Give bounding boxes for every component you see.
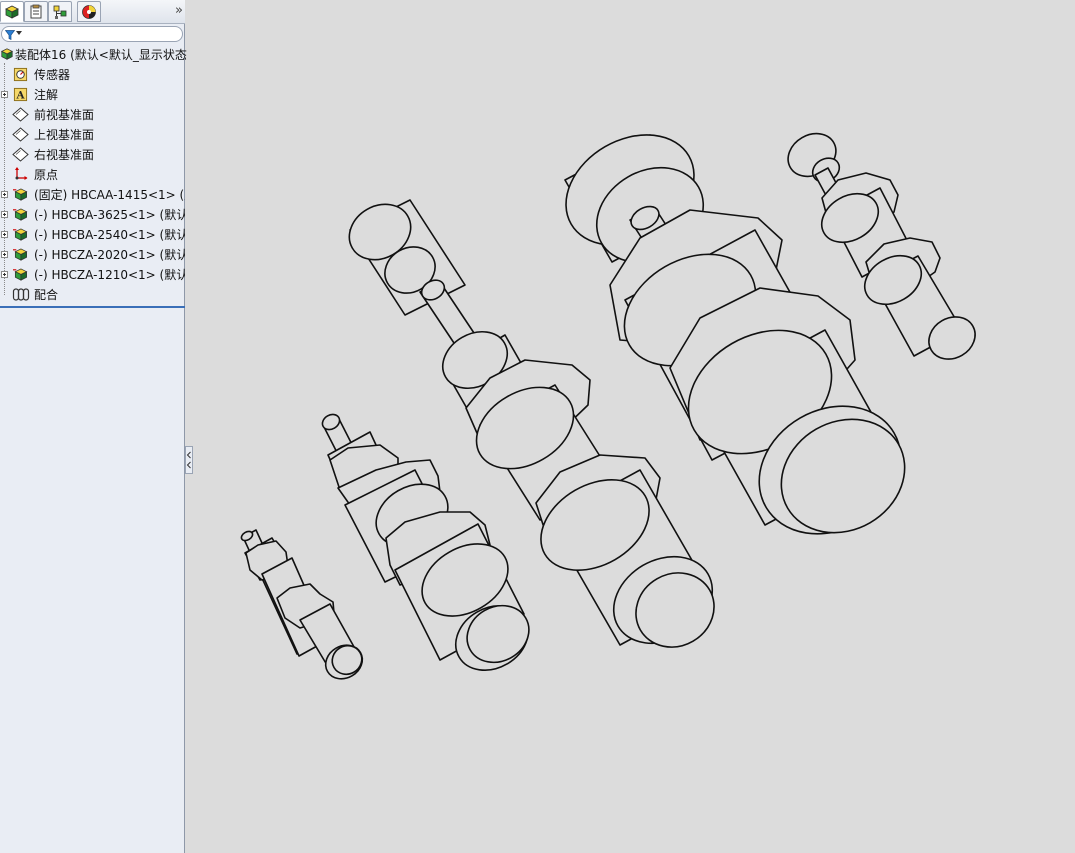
filter-funnel-icon [5, 30, 15, 40]
appearance-icon [82, 5, 96, 19]
tree-item-top-plane[interactable]: 上视基准面 [0, 125, 185, 145]
plane-icon [12, 127, 29, 142]
tree-item-front-plane[interactable]: 前视基准面 [0, 105, 185, 125]
assembly-icon [5, 5, 19, 19]
tree-item-label: 前视基准面 [34, 108, 95, 122]
tree-item-origin[interactable]: 原点 [0, 165, 185, 185]
subassembly-icon [13, 228, 28, 241]
tree-item-label: (-) HBCBA-2540<1> (默认 [34, 228, 185, 242]
filter-input[interactable] [1, 26, 183, 42]
tree-expand-icon[interactable] [1, 211, 8, 218]
tree-expand-icon[interactable] [1, 231, 8, 238]
tree-item-annotations[interactable]: A 注解 [0, 85, 185, 105]
plane-icon [12, 107, 29, 122]
subassembly-icon [13, 188, 28, 201]
configuration-manager-tab[interactable] [48, 1, 72, 22]
tree-item-label: (-) HBCZA-1210<1> (默认- [34, 268, 185, 282]
tree-item-component-hbcaa-1415[interactable]: (固定) HBCAA-1415<1> (默 [0, 185, 185, 205]
tree-expand-icon[interactable] [1, 251, 8, 258]
sensor-icon [13, 67, 28, 82]
assembly-icon [0, 48, 14, 60]
plane-icon [12, 147, 29, 162]
tree-item-component-hbcza-2020[interactable]: (-) HBCZA-2020<1> (默认- [0, 245, 185, 265]
subassembly-icon [13, 248, 28, 261]
property-manager-tab[interactable] [24, 1, 48, 22]
tree-item-component-hbcba-2540[interactable]: (-) HBCBA-2540<1> (默认 [0, 225, 185, 245]
filter-bar [0, 25, 185, 45]
tree-root-label: 装配体16 (默认<默认_显示状态 [15, 48, 187, 62]
tree-item-sensors[interactable]: 传感器 [0, 65, 185, 85]
mates-icon [12, 288, 30, 301]
tree-item-label: (-) HBCZA-2020<1> (默认- [34, 248, 185, 262]
tree-item-label: 右视基准面 [34, 148, 95, 162]
tree-item-mates[interactable]: 配合 [0, 285, 185, 305]
tree-item-label: (固定) HBCAA-1415<1> (默 [34, 188, 185, 202]
tree-item-component-hbcba-3625[interactable]: (-) HBCBA-3625<1> (默认 [0, 205, 185, 225]
tree-item-label: 原点 [34, 168, 59, 182]
model-view [240, 132, 976, 680]
more-tabs-button[interactable]: » [175, 3, 183, 18]
shock-absorber-hbcza-1210 [240, 529, 364, 680]
tree-expand-icon[interactable] [1, 271, 8, 278]
tree-item-component-hbcza-1210[interactable]: (-) HBCZA-1210<1> (默认- [0, 265, 185, 285]
tree-root-assembly[interactable]: 装配体16 (默认<默认_显示状态 [0, 45, 187, 65]
graphics-area[interactable] [186, 0, 1075, 853]
subassembly-icon [13, 208, 28, 221]
feature-manager-tab[interactable] [0, 1, 24, 22]
display-manager-tab[interactable] [77, 1, 101, 22]
tree-item-label: 上视基准面 [34, 128, 95, 142]
configuration-icon [53, 5, 67, 19]
property-sheet-icon [30, 4, 42, 19]
tree-item-label: 配合 [34, 288, 59, 302]
tree-item-label: 传感器 [34, 68, 71, 82]
panel-tab-bar: » [0, 0, 185, 24]
tree-item-label: 注解 [34, 88, 59, 102]
annotation-icon: A [13, 87, 28, 102]
tree-item-label: (-) HBCBA-3625<1> (默认 [34, 208, 185, 222]
svg-text:A: A [16, 90, 26, 102]
feature-manager-panel: » 装配体16 (默认<默认_显示状态 传感器 A 注解 前视基准面 上视基准面… [0, 0, 187, 853]
origin-icon [15, 167, 28, 180]
chevron-down-icon[interactable] [16, 31, 22, 36]
tree-expand-icon[interactable] [1, 191, 8, 198]
tree-end-divider [0, 306, 185, 308]
tree-item-right-plane[interactable]: 右视基准面 [0, 145, 185, 165]
tree-expand-icon[interactable] [1, 91, 8, 98]
subassembly-icon [13, 268, 28, 281]
